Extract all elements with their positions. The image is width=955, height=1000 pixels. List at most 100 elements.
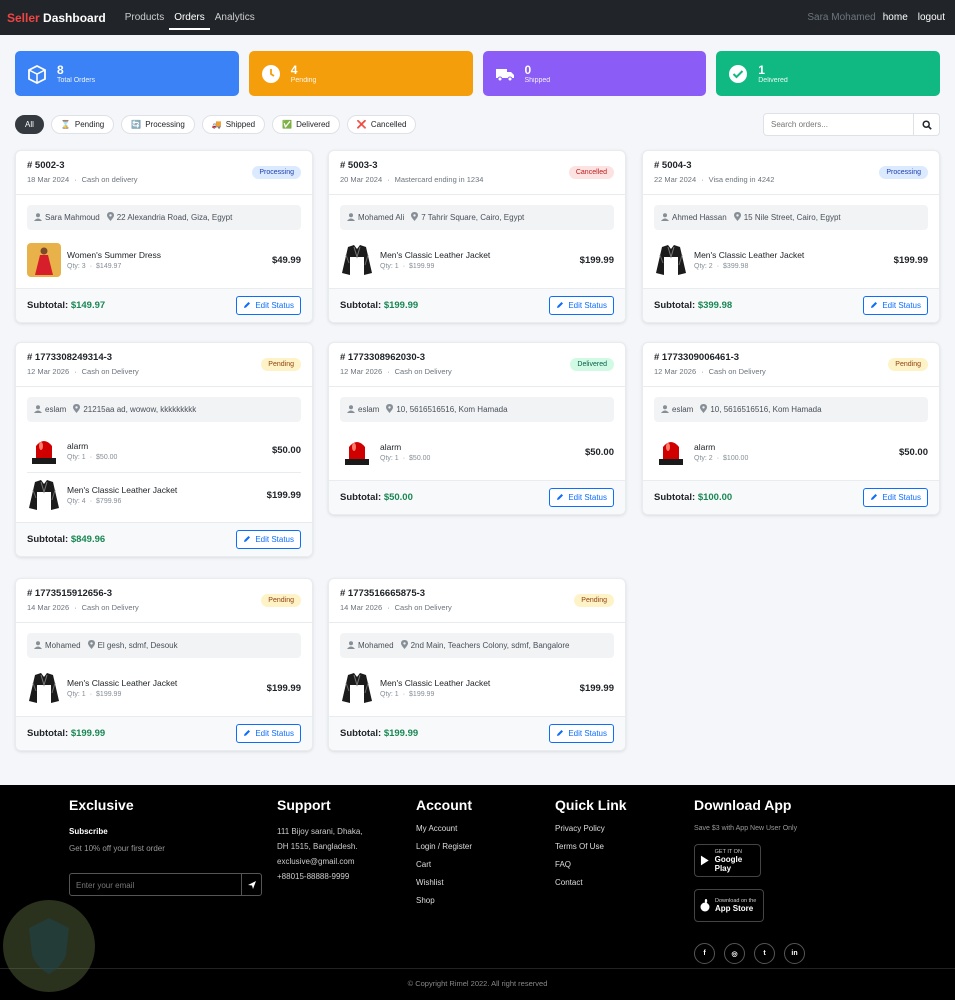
search-button[interactable]: [914, 113, 940, 136]
twitter-icon[interactable]: t: [754, 943, 775, 964]
edit-status-button[interactable]: Edit Status: [863, 296, 928, 315]
item-price: $49.99: [271, 254, 301, 266]
footer-address-line2: DH 1515, Bangladesh.: [277, 842, 358, 851]
filter-delivered[interactable]: ✅ Delivered: [272, 115, 340, 134]
brand-logo[interactable]: Seller Dashboard: [7, 11, 106, 25]
customer-address: 22 Alexandria Road, Giza, Egypt: [116, 213, 233, 222]
location-pin-icon: [400, 640, 408, 651]
facebook-icon[interactable]: f: [694, 943, 715, 964]
nav-link-orders[interactable]: Orders: [169, 0, 210, 35]
order-items: Men's Classic Leather Jacket Qty: 1 · $199.…: [329, 666, 625, 710]
order-id: # 1773515912656-3: [27, 588, 113, 599]
order-header: # 5002-3 18 Mar 2024 · Cash on delivery Proc…: [16, 151, 312, 195]
app-store-badge[interactable]: Download on the App Store: [694, 889, 764, 922]
subtotal: Subtotal: $849.96: [27, 534, 105, 545]
stat-card-pending[interactable]: 4 Pending: [248, 51, 473, 96]
search-input[interactable]: [763, 113, 914, 136]
footer-account-link[interactable]: Shop: [416, 896, 472, 905]
nav-link-products[interactable]: Products: [120, 0, 169, 35]
footer-account-link[interactable]: My Account: [416, 824, 472, 833]
nav-logout-link[interactable]: logout: [915, 12, 948, 23]
filter-cancelled[interactable]: ❌ Cancelled: [346, 115, 417, 134]
order-item: Men's Classic Leather Jacket Qty: 2 · $399.…: [654, 238, 928, 282]
edit-status-label: Edit Status: [255, 535, 294, 544]
order-date: 12 Mar 2026: [340, 367, 383, 376]
order-items: alarm Qty: 1 · $50.00 $50.00 Men's Classic Le…: [16, 429, 312, 517]
item-price: $199.99: [266, 489, 301, 501]
order-header: # 1773309006461-3 12 Mar 2026 · Cash on Del…: [643, 343, 939, 387]
pending-icon: ⌛: [60, 120, 71, 129]
filter-bar: All ⌛ Pending 🔄 Processing 🚚 Shipped ✅ Delivered…: [0, 113, 955, 136]
filter-processing[interactable]: 🔄 Processing: [121, 115, 195, 134]
footer-quick-link[interactable]: Contact: [555, 878, 627, 887]
edit-status-button[interactable]: Edit Status: [549, 488, 614, 507]
apple-icon: [700, 899, 710, 912]
customer-address: 10, 5616516516, Kom Hamada: [396, 405, 508, 414]
footer-email-input[interactable]: Enter your email: [70, 874, 241, 895]
stat-count: 4: [290, 62, 298, 77]
stat-card-total-orders[interactable]: 8 Total Orders: [15, 51, 239, 96]
status-badge: Processing: [252, 166, 301, 179]
item-qty: Qty: 2 · $100.00: [694, 455, 748, 462]
edit-status-button[interactable]: Edit Status: [549, 724, 614, 743]
instagram-icon[interactable]: ◎: [724, 943, 745, 964]
item-qty-value: Qty: 2: [694, 455, 713, 462]
order-card: # 5003-3 20 Mar 2024 · Mastercard ending in…: [328, 150, 626, 323]
order-footer: Subtotal: $199.99 Edit Status: [16, 716, 312, 750]
edit-status-button[interactable]: Edit Status: [236, 530, 301, 549]
filter-all[interactable]: All: [15, 115, 44, 134]
edit-status-button[interactable]: Edit Status: [236, 724, 301, 743]
edit-status-button[interactable]: Edit Status: [863, 488, 928, 507]
person-icon: [347, 404, 355, 415]
subtotal-label: Subtotal:: [340, 300, 382, 311]
edit-status-button[interactable]: Edit Status: [236, 296, 301, 315]
order-item: alarm Qty: 2 · $100.00 $50.00: [654, 430, 928, 474]
item-qty: Qty: 4 · $799.96: [67, 498, 177, 505]
filter-label: Processing: [145, 120, 185, 129]
subtotal-label: Subtotal:: [27, 300, 69, 311]
footer-account-link[interactable]: Wishlist: [416, 878, 472, 887]
send-button[interactable]: [241, 874, 261, 895]
stat-card-delivered[interactable]: 1 Delivered: [716, 51, 940, 96]
item-details: Men's Classic Leather Jacket Qty: 1 · $199.…: [380, 250, 490, 270]
item-price: $50.00: [898, 446, 928, 458]
footer-exclusive-title: Exclusive: [69, 797, 134, 813]
footer-account-link[interactable]: Login / Register: [416, 842, 472, 851]
nav-link-analytics[interactable]: Analytics: [210, 0, 260, 35]
product-thumbnail: [654, 435, 688, 469]
filter-pending[interactable]: ⌛ Pending: [50, 115, 115, 134]
stat-card-shipped[interactable]: 0 Shipped: [482, 51, 707, 96]
footer-quick-link[interactable]: FAQ: [555, 860, 627, 869]
order-footer: Subtotal: $199.99 Edit Status: [329, 288, 625, 322]
item-line-total: $199.99: [409, 691, 435, 698]
item-details: Women's Summer Dress Qty: 3 · $149.97: [67, 250, 161, 270]
subtotal-value: $199.99: [383, 300, 419, 311]
footer-account-link[interactable]: Cart: [416, 860, 472, 869]
customer-info: eslam 10, 5616516516, Kom Hamada: [340, 397, 614, 422]
payment-method: Cash on Delivery: [394, 367, 452, 376]
order-item: Women's Summer Dress Qty: 3 · $149.97 $49.99: [27, 238, 301, 282]
edit-status-button[interactable]: Edit Status: [549, 296, 614, 315]
order-date: 12 Mar 2026: [27, 367, 70, 376]
person-icon: [347, 212, 355, 223]
google-play-badge[interactable]: GET IT ON Google Play: [694, 844, 761, 877]
search-icon: [921, 119, 932, 130]
subtotal: Subtotal: $50.00: [340, 492, 413, 503]
footer-email: exclusive@gmail.com: [277, 857, 355, 866]
footer-quick-title: Quick Link: [555, 797, 627, 813]
stat-label: Pending: [290, 76, 317, 84]
subtotal-value: $849.96: [70, 534, 106, 545]
subtotal-label: Subtotal:: [654, 492, 696, 503]
footer-quick-link[interactable]: Terms Of Use: [555, 842, 627, 851]
nav-home-link[interactable]: home: [880, 12, 911, 23]
subtotal-value: $100.00: [697, 492, 733, 503]
customer-name: Mohamed: [358, 641, 394, 650]
clock-icon: [260, 63, 282, 85]
footer-phone: +88015-88888-9999: [277, 872, 350, 881]
stats-row: 8 Total Orders 4 Pending 0 Shipped 1 Delivered: [0, 35, 955, 96]
footer-quick-link[interactable]: Privacy Policy: [555, 824, 627, 833]
order-item: Men's Classic Leather Jacket Qty: 1 · $199.…: [27, 666, 301, 710]
pencil-icon: [243, 729, 251, 739]
linkedin-icon[interactable]: in: [784, 943, 805, 964]
filter-shipped[interactable]: 🚚 Shipped: [201, 115, 266, 134]
